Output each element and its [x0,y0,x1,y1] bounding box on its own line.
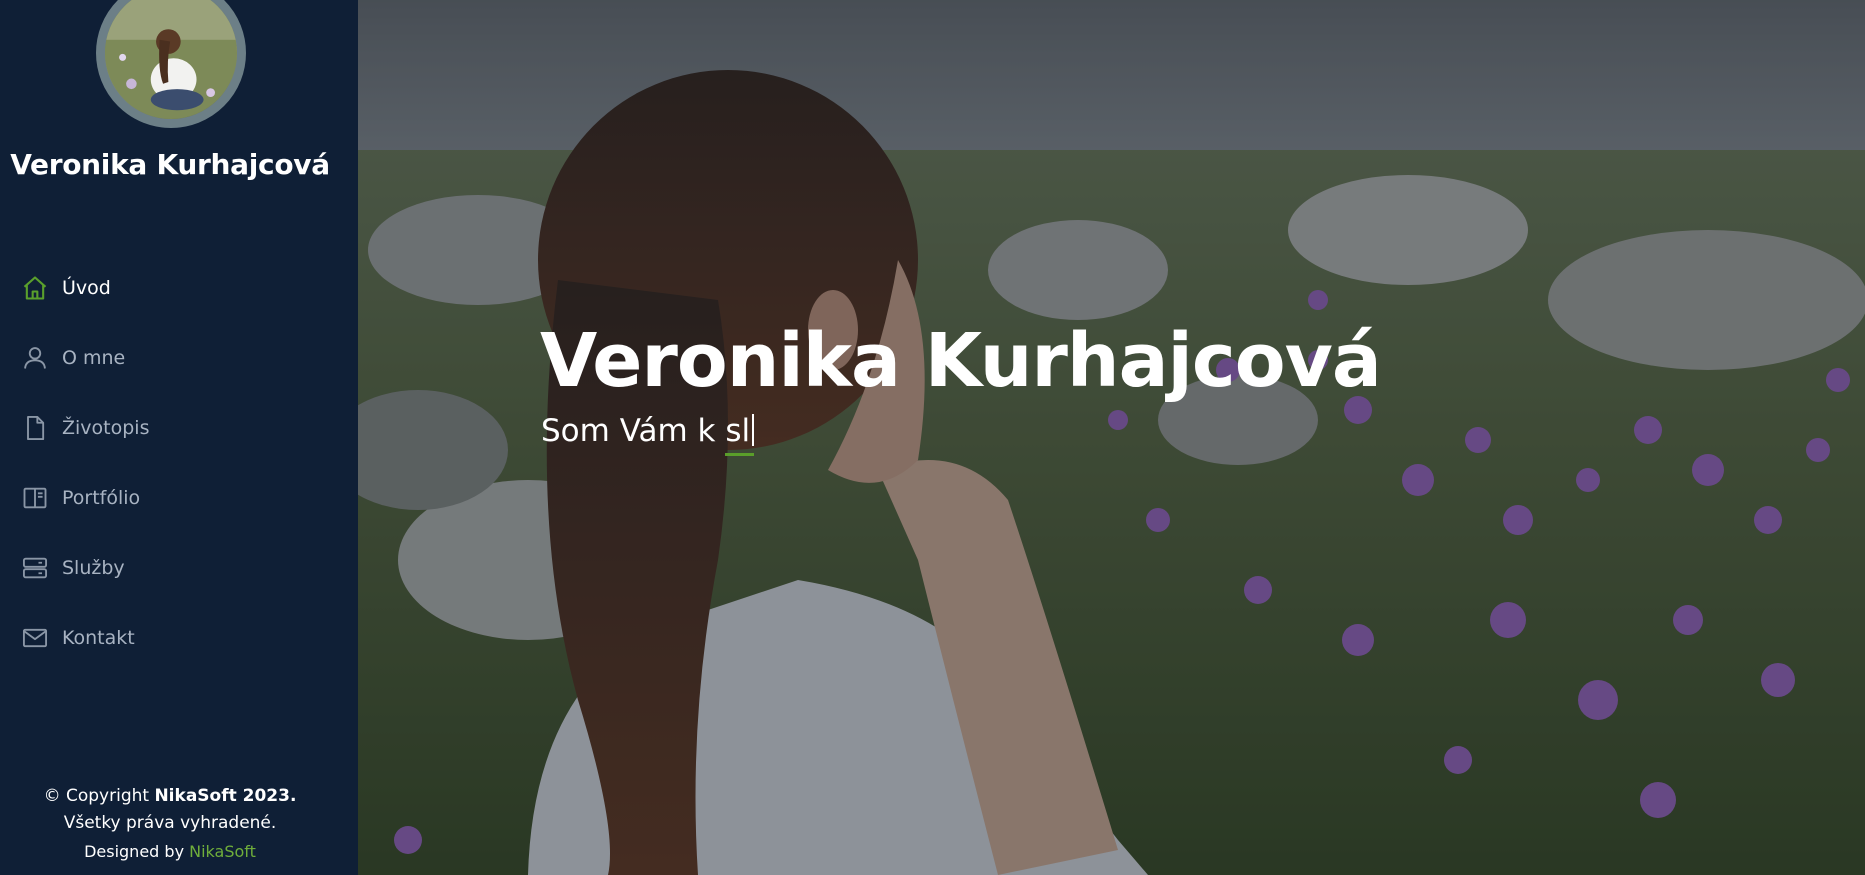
hero-subtitle: Som Vám k sl [541,413,755,456]
nav-item-label: Portfólio [62,487,141,509]
rights-text: Všetky práva vyhradené. [63,813,277,833]
nav-item-label: O mne [62,347,126,369]
envelope-icon [20,623,50,653]
server-icon [20,553,50,583]
sidebar-footer: © Copyright NikaSoft 2023. Všetky práva … [0,783,340,875]
nav-item-kontakt[interactable]: Kontakt [20,603,149,673]
nav-item-o-mne[interactable]: O mne [20,323,149,393]
typed-text-value: sl [725,413,751,449]
designed-by-line: Designed by NikaSoft [0,837,340,867]
typed-text: sl [725,413,755,456]
nav-item-label: Služby [62,557,125,579]
designer-link[interactable]: NikaSoft [189,842,256,861]
nav-item-label: Úvod [62,277,111,299]
sidebar-site-name[interactable]: Veronika Kurhajcová [0,148,340,181]
file-icon [20,413,50,443]
hero-title: Veronika Kurhajcová [540,318,1382,404]
nav-item-label: Kontakt [62,627,135,649]
copyright-brand: NikaSoft 2023. [154,786,297,806]
nav-item-portfolio[interactable]: Portfólio [20,463,149,533]
hero-section: Veronika Kurhajcová Som Vám k sl [358,0,1865,875]
nav-item-zivotopis[interactable]: Životopis [20,393,149,463]
user-icon [20,343,50,373]
nav-item-label: Životopis [62,417,150,439]
profile-avatar [96,0,246,128]
nav-item-sluzby[interactable]: Služby [20,533,149,603]
copyright-prefix: © Copyright [43,786,155,806]
designed-prefix: Designed by [84,842,190,861]
typing-caret [752,414,755,446]
nav-item-uvod[interactable]: Úvod [20,253,149,323]
hero-subtitle-static: Som Vám k [541,413,726,449]
sidebar-nav: Úvod O mne Životopis Portfólio Služby Ko… [20,253,149,673]
profile-photo [105,0,237,119]
copyright-line: © Copyright NikaSoft 2023. [0,783,340,810]
book-icon [20,483,50,513]
sidebar: Veronika Kurhajcová Úvod O mne Životopis… [0,0,358,875]
home-icon [20,273,50,303]
